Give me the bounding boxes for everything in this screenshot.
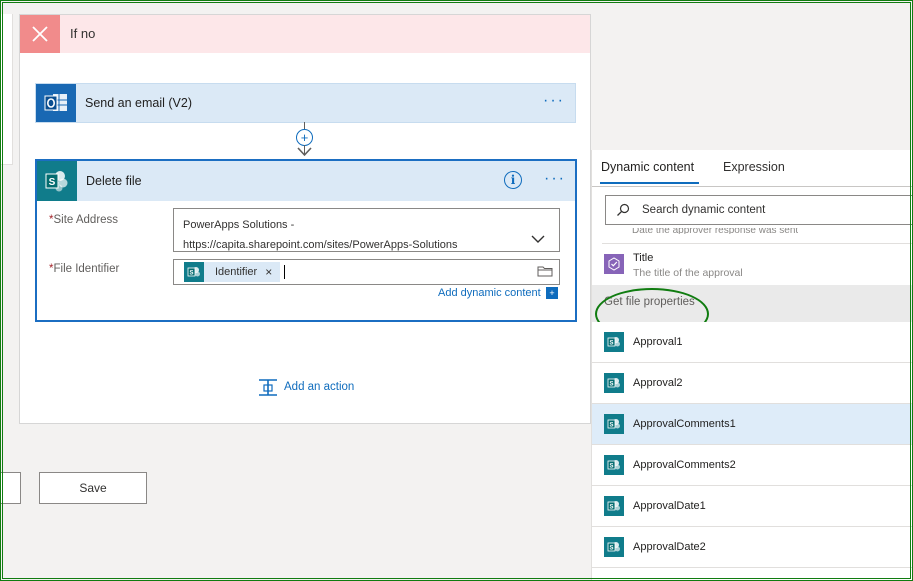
- search-dynamic-content-input[interactable]: Search dynamic content: [605, 195, 913, 225]
- delete-file-action-card[interactable]: S Delete file i ··· *Site Address PowerA…: [35, 159, 577, 322]
- designer-background-panel: [0, 14, 13, 165]
- add-dynamic-content-link[interactable]: Add dynamic content: [438, 287, 541, 299]
- sharepoint-icon: S: [604, 332, 624, 352]
- dynamic-item-label: ApprovalComments1: [633, 418, 736, 430]
- sharepoint-icon: S: [604, 496, 624, 516]
- tab-divider: [592, 186, 913, 187]
- text-cursor: [284, 265, 285, 279]
- active-tab-indicator: [600, 182, 699, 184]
- dynamic-item-name: Title: [633, 252, 654, 264]
- row-divider: [602, 243, 913, 244]
- svg-text:S: S: [189, 271, 193, 277]
- sharepoint-icon: S: [604, 414, 624, 434]
- add-an-action-link[interactable]: Add an action: [284, 381, 354, 393]
- dynamic-item-approvalcomments1[interactable]: S ApprovalComments1: [592, 404, 913, 445]
- site-address-label: *Site Address: [49, 214, 119, 226]
- dynamic-item-label: ApprovalDate1: [633, 500, 706, 512]
- site-address-dropdown[interactable]: PowerApps Solutions - https://capita.sha…: [173, 208, 560, 252]
- connector-line: [304, 122, 305, 129]
- svg-text:S: S: [609, 546, 613, 552]
- arrow-down-icon: [297, 147, 312, 157]
- add-action-icon[interactable]: [258, 378, 278, 398]
- svg-text:S: S: [49, 177, 56, 188]
- sharepoint-icon: S: [184, 262, 204, 282]
- close-icon[interactable]: [20, 15, 60, 53]
- site-address-value: PowerApps Solutions - https://capita.sha…: [183, 219, 458, 251]
- if-no-header[interactable]: If no: [20, 15, 590, 53]
- search-placeholder: Search dynamic content: [642, 204, 766, 216]
- info-icon[interactable]: i: [504, 171, 522, 189]
- svg-text:S: S: [609, 423, 613, 429]
- file-identifier-label: *File Identifier: [49, 263, 120, 275]
- dynamic-item-approval2[interactable]: S Approval2: [592, 363, 913, 404]
- send-email-title: Send an email (V2): [85, 96, 193, 110]
- approvals-icon: [604, 254, 624, 274]
- remove-token-icon[interactable]: ×: [265, 265, 272, 279]
- identifier-token-label: Identifier: [215, 266, 258, 278]
- sharepoint-icon: S: [604, 455, 624, 475]
- partial-item-description: Date the approver response was sent: [632, 228, 799, 234]
- sharepoint-icon: S: [604, 373, 624, 393]
- new-step-button[interactable]: [0, 472, 21, 504]
- dynamic-item-label: ApprovalComments2: [633, 459, 736, 471]
- dynamic-item-description: The title of the approval: [633, 267, 743, 279]
- tab-expression[interactable]: Expression: [723, 160, 785, 174]
- more-options-icon[interactable]: ···: [543, 92, 565, 110]
- add-dynamic-content-icon[interactable]: +: [546, 287, 558, 299]
- dynamic-item-approvalcomments2[interactable]: S ApprovalComments2: [592, 445, 913, 486]
- tab-dynamic-content[interactable]: Dynamic content: [601, 160, 694, 174]
- svg-text:S: S: [609, 341, 613, 347]
- dynamic-item-label: Approval1: [633, 336, 683, 348]
- file-identifier-input[interactable]: S Identifier ×: [173, 259, 560, 285]
- delete-file-title: Delete file: [86, 174, 142, 188]
- dynamic-item-approvaldate1[interactable]: S ApprovalDate1: [592, 486, 913, 527]
- chevron-down-icon[interactable]: [531, 235, 545, 243]
- delete-file-header[interactable]: S Delete file i ···: [37, 161, 575, 201]
- save-button[interactable]: Save: [39, 472, 147, 504]
- svg-text:S: S: [609, 464, 613, 470]
- dynamic-item-approval1[interactable]: S Approval1: [592, 322, 913, 363]
- search-icon: [617, 203, 630, 216]
- dynamic-item-label: Approval2: [633, 377, 683, 389]
- identifier-token[interactable]: S Identifier ×: [184, 262, 280, 282]
- dynamic-item-approvaldate2[interactable]: S ApprovalDate2: [592, 527, 913, 568]
- if-no-title: If no: [70, 26, 96, 41]
- sharepoint-icon: S: [37, 161, 77, 201]
- more-options-icon[interactable]: ···: [544, 170, 566, 188]
- svg-text:S: S: [609, 382, 613, 388]
- outlook-icon: [36, 84, 76, 122]
- dynamic-item-label: ApprovalDate2: [633, 541, 706, 553]
- svg-text:S: S: [609, 505, 613, 511]
- dynamic-content-panel: Dynamic content Expression Search dynami…: [591, 150, 913, 581]
- sharepoint-icon: S: [604, 537, 624, 557]
- folder-icon[interactable]: [537, 265, 553, 277]
- insert-step-button[interactable]: +: [296, 129, 313, 146]
- send-email-action-card[interactable]: Send an email (V2) ···: [35, 83, 576, 123]
